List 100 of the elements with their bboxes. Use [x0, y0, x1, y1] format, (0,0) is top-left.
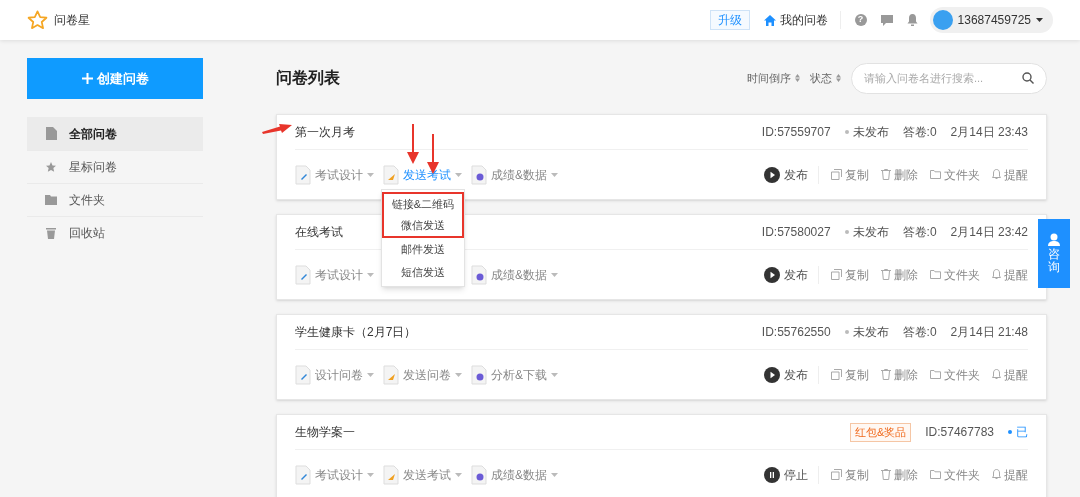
tool-link[interactable]: 删除: [881, 165, 918, 184]
caret-icon: [1036, 18, 1043, 22]
tool-link[interactable]: 删除: [881, 465, 918, 484]
folder-icon: [930, 470, 941, 479]
caret-icon: [367, 372, 374, 377]
star-icon: [45, 161, 57, 173]
tool-link[interactable]: 复制: [831, 365, 869, 384]
page-title: 问卷列表: [276, 68, 340, 88]
action-menu[interactable]: 分析&下载: [471, 364, 558, 385]
caret-icon: [367, 172, 374, 177]
bell-icon: [992, 269, 1001, 280]
survey-title[interactable]: 生物学案一: [295, 423, 355, 441]
arrow-annotation: [262, 122, 292, 134]
tool-link[interactable]: 文件夹: [930, 465, 980, 484]
action-menu[interactable]: 设计问卷: [295, 364, 374, 385]
tool-link[interactable]: 文件夹: [930, 265, 980, 284]
help-icon[interactable]: ?: [854, 14, 867, 26]
consult-button[interactable]: 咨询: [1038, 219, 1070, 288]
bell-icon: [992, 469, 1001, 480]
search-field[interactable]: 请输入问卷名进行搜索...: [851, 62, 1047, 94]
menu-item[interactable]: 邮件发送: [382, 238, 464, 261]
publish-button[interactable]: 发布: [764, 165, 819, 184]
bell-icon[interactable]: [906, 14, 918, 26]
create-survey-button[interactable]: 创建问卷: [27, 58, 203, 99]
action-menu[interactable]: 发送问卷: [383, 364, 462, 385]
survey-title[interactable]: 第一次月考: [295, 123, 355, 141]
caret-icon: [367, 472, 374, 477]
tool-link[interactable]: 复制: [831, 265, 869, 284]
play-icon: [764, 166, 780, 183]
tool-link[interactable]: 复制: [831, 465, 869, 484]
document-icon: [471, 264, 487, 285]
caret-icon: [455, 172, 462, 177]
tool-link[interactable]: 提醒: [992, 365, 1028, 384]
bell-icon: [992, 369, 1001, 380]
tool-link[interactable]: 文件夹: [930, 165, 980, 184]
status-text: 未发布: [852, 324, 889, 341]
action-menu[interactable]: 发送考试: [383, 464, 462, 485]
document-icon: [295, 164, 311, 185]
tool-link[interactable]: 文件夹: [930, 365, 980, 384]
document-icon: [383, 164, 399, 185]
caret-icon: [551, 172, 558, 177]
status-text: 已: [1016, 424, 1028, 441]
copy-icon: [831, 469, 842, 480]
folder-icon: [930, 370, 941, 379]
home-icon: [763, 14, 776, 26]
document-icon: [295, 264, 311, 285]
upgrade-button[interactable]: 升级: [709, 10, 750, 30]
status-filter[interactable]: 状态: [810, 69, 841, 87]
action-menu[interactable]: 考试设计: [295, 464, 374, 485]
survey-title[interactable]: 学生健康卡（2月7日）: [295, 323, 417, 341]
pause-icon: [764, 466, 780, 483]
caret-icon: [367, 272, 374, 277]
survey-id: ID:57559707: [761, 124, 831, 141]
bell-icon: [992, 169, 1001, 180]
action-menu[interactable]: 成绩&数据: [471, 464, 558, 485]
menu-item[interactable]: 短信发送: [382, 261, 464, 284]
action-menu[interactable]: 考试设计: [295, 164, 374, 185]
sort-menu[interactable]: 时间倒序: [747, 69, 800, 87]
document-icon: [383, 464, 399, 485]
stop-button[interactable]: 停止: [764, 465, 819, 484]
document-icon: [295, 464, 311, 485]
sidebar-item[interactable]: 回收站: [27, 216, 203, 249]
answer-count: 答卷:0: [902, 224, 937, 241]
plus-icon: [81, 73, 93, 84]
document-icon: [383, 364, 399, 385]
account-menu[interactable]: 13687459725: [929, 7, 1053, 33]
trash-icon: [881, 269, 891, 280]
answer-count: 答卷:0: [902, 124, 937, 141]
person-icon: [1048, 232, 1060, 246]
avatar: [932, 10, 953, 30]
folder-icon: [45, 195, 57, 205]
answer-count: 答卷:0: [902, 324, 937, 341]
tool-link[interactable]: 复制: [831, 165, 869, 184]
sidebar-item[interactable]: 文件夹: [27, 183, 203, 216]
logo-text: 问卷星: [54, 12, 90, 29]
survey-id: ID:57467783: [925, 424, 994, 441]
tool-link[interactable]: 提醒: [992, 265, 1028, 284]
my-surveys-link[interactable]: 我的问卷: [763, 11, 841, 29]
trash-icon: [881, 169, 891, 180]
publish-button[interactable]: 发布: [764, 365, 819, 384]
publish-button[interactable]: 发布: [764, 265, 819, 284]
status-text: 未发布: [852, 124, 889, 141]
play-icon: [764, 366, 780, 383]
survey-id: ID:55762550: [761, 324, 831, 341]
search-input[interactable]: 请输入问卷名进行搜索...: [864, 69, 1022, 87]
sidebar-item[interactable]: 星标问卷: [27, 150, 203, 183]
action-menu[interactable]: 成绩&数据: [471, 164, 558, 185]
chat-icon[interactable]: [880, 14, 893, 26]
trash-icon: [881, 469, 891, 480]
tool-link[interactable]: 删除: [881, 365, 918, 384]
trash-icon: [881, 369, 891, 380]
survey-title[interactable]: 在线考试: [295, 223, 343, 241]
action-menu[interactable]: 考试设计: [295, 264, 374, 285]
tool-link[interactable]: 删除: [881, 265, 918, 284]
sidebar-item[interactable]: 全部问卷: [27, 117, 203, 150]
play-icon: [764, 266, 780, 283]
action-menu[interactable]: 成绩&数据: [471, 264, 558, 285]
tool-link[interactable]: 提醒: [992, 465, 1028, 484]
menu-item[interactable]: 链接&二维码: [382, 192, 464, 215]
tool-link[interactable]: 提醒: [992, 165, 1028, 184]
